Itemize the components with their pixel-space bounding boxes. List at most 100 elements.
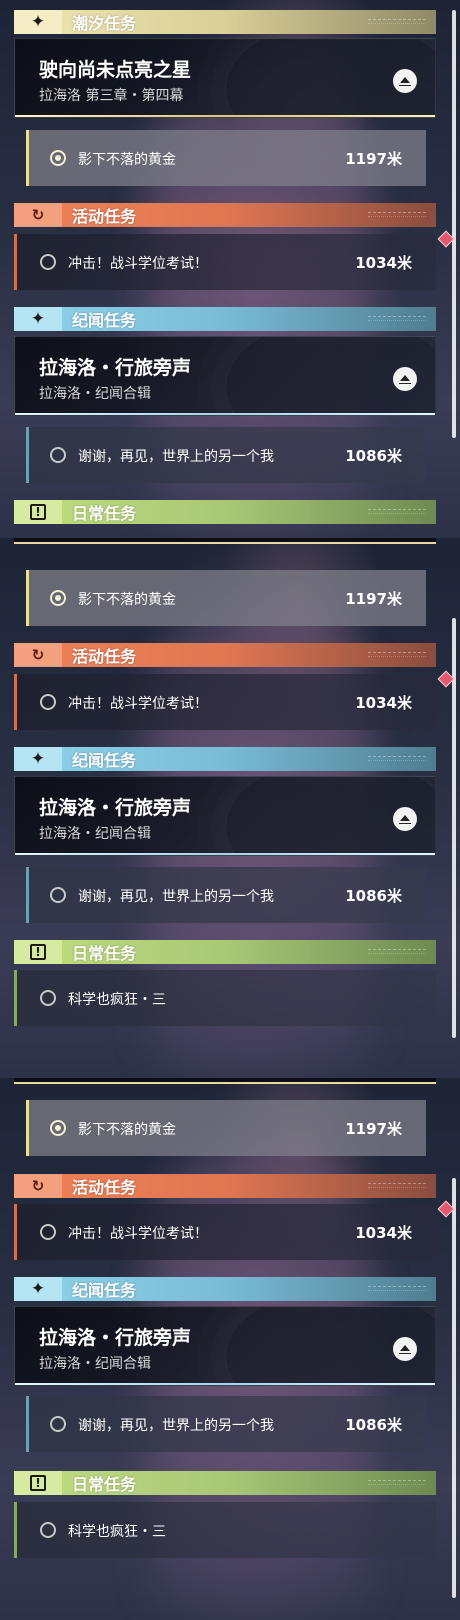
row-accent-bar [26,130,29,186]
scrollbar[interactable] [452,618,456,1038]
exclamation-box-icon: ! [30,1475,46,1491]
radio-icon[interactable] [40,1224,56,1240]
category-header-trend[interactable]: ✦ 潮汐任务 [14,10,436,34]
tracked-quest-row[interactable]: 影下不落的黄金 1197米 [26,570,426,626]
daily-quest-row[interactable]: 科学也疯狂・三 [14,1502,436,1558]
quest-name: 冲击！战斗学位考试！ [68,256,208,272]
category-title: 日常任务 [72,504,137,523]
trend-category-icon: ✦ [14,10,62,34]
lore-quest-row[interactable]: 谢谢，再见，世界上的另一个我 1086米 [26,427,426,483]
quest-title: 拉海洛・行旅旁声 [39,357,192,379]
quest-panel-3: 影下不落的黄金 1197米 ↻ 活动任务 冲击！战斗学位考试！ 1034米 ✦ … [0,1078,460,1620]
category-title: 活动任务 [72,207,137,226]
quest-name: 谢谢，再见，世界上的另一个我 [78,889,274,905]
row-accent-bar [26,1100,29,1156]
quest-title: 拉海洛・行旅旁声 [39,797,192,819]
quest-distance: 1197米 [345,150,402,168]
daily-quest-row[interactable]: 科学也疯狂・三 [14,970,436,1026]
radio-selected-icon[interactable] [50,150,66,166]
quest-panel-2: 影下不落的黄金 1197米 ↻ 活动任务 冲击！战斗学位考试！ 1034米 ✦ … [0,538,460,1078]
quest-name: 谢谢，再见，世界上的另一个我 [78,1418,274,1434]
four-point-star-icon: ✦ [30,748,46,769]
quest-distance: 1034米 [355,1224,412,1242]
header-decoration [368,316,426,321]
quest-name: 谢谢，再见，世界上的另一个我 [78,449,274,465]
main-quest-card[interactable]: 驶向尚未点亮之星 拉海洛 第三章・第四幕 [14,38,436,118]
radio-selected-icon[interactable] [50,1120,66,1136]
event-quest-row[interactable]: 冲击！战斗学位考试！ 1034米 [14,234,436,290]
lore-quest-card[interactable]: 拉海洛・行旅旁声 拉海洛・纪闻合辑 [14,1306,436,1386]
event-refresh-icon: ↻ [31,1176,45,1195]
lore-quest-row[interactable]: 谢谢，再见，世界上的另一个我 1086米 [26,1396,426,1452]
tracked-quest-row[interactable]: 影下不落的黄金 1197米 [26,1100,426,1156]
lore-quest-card[interactable]: 拉海洛・行旅旁声 拉海洛・纪闻合辑 [14,776,436,856]
category-title: 活动任务 [72,1178,137,1197]
lore-category-icon: ✦ [14,307,62,331]
radio-icon[interactable] [40,694,56,710]
scrollbar[interactable] [452,1178,456,1598]
event-category-icon: ↻ [14,1174,62,1198]
radio-icon[interactable] [40,990,56,1006]
navigate-arrow-icon[interactable] [393,367,417,391]
daily-category-icon: ! [14,500,62,524]
radio-icon[interactable] [50,887,66,903]
radio-selected-icon[interactable] [50,590,66,606]
row-accent-bar [26,570,29,626]
lore-quest-row[interactable]: 谢谢，再见，世界上的另一个我 1086米 [26,867,426,923]
navigate-arrow-icon[interactable] [393,807,417,831]
lore-quest-card[interactable]: 拉海洛・行旅旁声 拉海洛・纪闻合辑 [14,336,436,416]
radio-icon[interactable] [40,254,56,270]
category-header-daily[interactable]: ! 日常任务 [14,940,436,964]
category-header-event[interactable]: ↻ 活动任务 [14,1174,436,1198]
tracked-quest-row[interactable]: 影下不落的黄金 1197米 [26,130,426,186]
four-point-star-icon: ✦ [30,1278,46,1299]
quest-name: 影下不落的黄金 [78,152,176,168]
category-header-daily[interactable]: ! 日常任务 [14,1471,436,1495]
quest-subtitle: 拉海洛 第三章・第四幕 [39,88,184,104]
category-header-lore[interactable]: ✦ 纪闻任务 [14,307,436,331]
category-title: 日常任务 [72,1475,137,1494]
event-category-icon: ↻ [14,643,62,667]
header-decoration [368,949,426,954]
navigate-arrow-icon[interactable] [393,1337,417,1361]
category-header-lore[interactable]: ✦ 纪闻任务 [14,747,436,771]
category-header-event[interactable]: ↻ 活动任务 [14,203,436,227]
row-accent-bar [26,867,29,923]
header-decoration [368,652,426,657]
quest-name: 影下不落的黄金 [78,1122,176,1138]
navigate-arrow-icon[interactable] [393,69,417,93]
header-decoration [368,212,426,217]
quest-subtitle: 拉海洛・纪闻合辑 [39,1356,151,1372]
event-quest-row[interactable]: 冲击！战斗学位考试！ 1034米 [14,1204,436,1260]
quest-distance: 1034米 [355,254,412,272]
row-accent-bar [14,674,17,730]
quest-name: 科学也疯狂・三 [68,1524,166,1540]
four-point-star-icon: ✦ [30,11,46,32]
quest-distance: 1197米 [345,590,402,608]
radio-icon[interactable] [50,447,66,463]
quest-panel-1: ✦ 潮汐任务 驶向尚未点亮之星 拉海洛 第三章・第四幕 影下不落的黄金 1197… [0,0,460,538]
event-quest-row[interactable]: 冲击！战斗学位考试！ 1034米 [14,674,436,730]
quest-distance: 1086米 [345,447,402,465]
category-header-lore[interactable]: ✦ 纪闻任务 [14,1277,436,1301]
radio-icon[interactable] [40,1522,56,1538]
header-decoration [368,19,426,24]
header-decoration [368,1286,426,1291]
quest-name: 影下不落的黄金 [78,592,176,608]
quest-subtitle: 拉海洛・纪闻合辑 [39,826,151,842]
event-refresh-icon: ↻ [31,205,45,224]
row-accent-bar [26,1396,29,1452]
category-header-daily[interactable]: ! 日常任务 [14,500,436,524]
scrollbar[interactable] [452,10,456,438]
category-header-event[interactable]: ↻ 活动任务 [14,643,436,667]
quest-distance: 1034米 [355,694,412,712]
header-decoration [368,1480,426,1485]
quest-title: 驶向尚未点亮之星 [39,59,192,81]
radio-icon[interactable] [50,1416,66,1432]
category-title: 纪闻任务 [72,1281,137,1300]
four-point-star-icon: ✦ [30,308,46,329]
category-title: 纪闻任务 [72,311,137,330]
row-accent-bar [26,427,29,483]
daily-category-icon: ! [14,940,62,964]
header-decoration [368,1183,426,1188]
